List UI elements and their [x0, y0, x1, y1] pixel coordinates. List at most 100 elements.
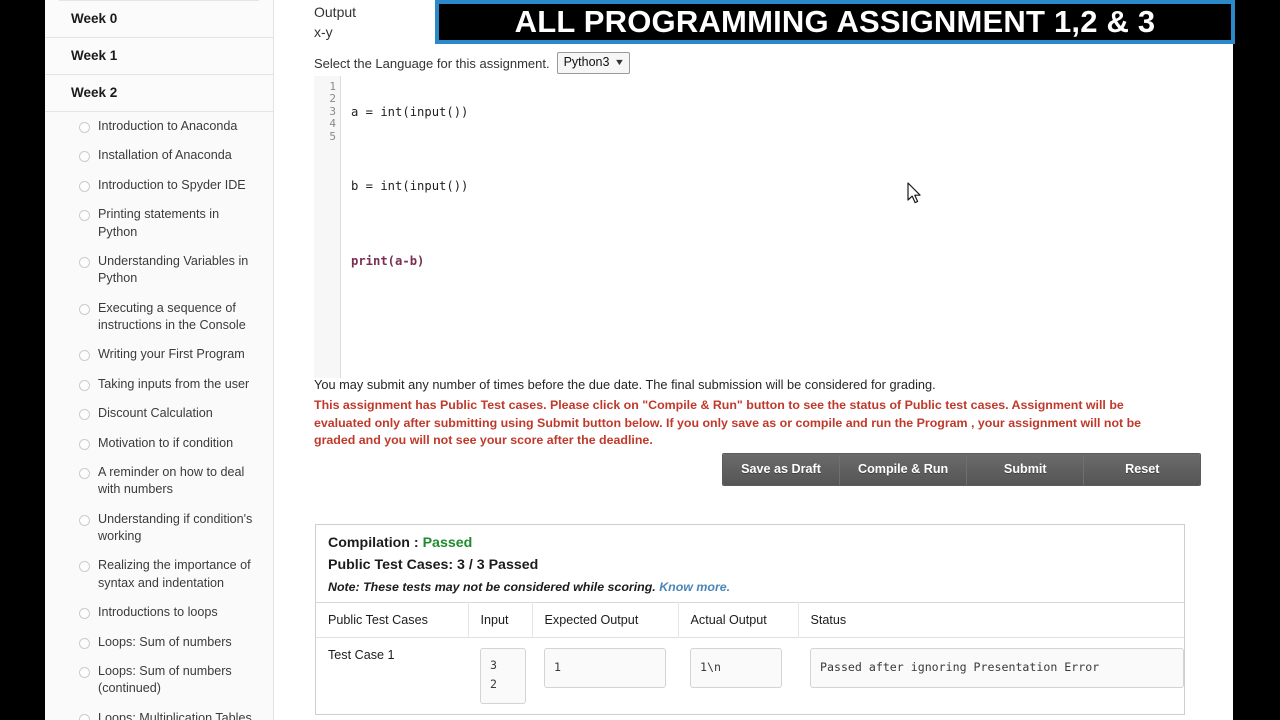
- sidebar-item-label: Understanding Variables in Python: [98, 253, 249, 286]
- radio-icon: [79, 467, 90, 479]
- sidebar-item-lesson[interactable]: Introductions to loops: [45, 598, 273, 627]
- reset-button[interactable]: Reset: [1084, 454, 1201, 485]
- sidebar-item-label: Executing a sequence of instructions in …: [98, 300, 246, 332]
- col-status: Status: [798, 602, 1184, 638]
- sidebar-item-lesson[interactable]: Motivation to if condition: [45, 429, 273, 458]
- sidebar-item-label: Loops: Multiplication Tables: [98, 710, 252, 720]
- editor-code-area[interactable]: a = int(input()) b = int(input()) print(…: [341, 76, 1194, 378]
- col-public-test-cases: Public Test Cases: [316, 602, 469, 638]
- code-line: b = int(input()): [351, 179, 469, 194]
- cell-input: 3 2: [468, 637, 532, 714]
- radio-icon: [79, 122, 90, 133]
- sidebar-item-label: Understanding if condition's working: [98, 511, 253, 543]
- radio-icon: [79, 379, 90, 391]
- radio-icon: [79, 713, 90, 720]
- radio-icon: [79, 210, 90, 222]
- sidebar-item-lesson[interactable]: Loops: Sum of numbers (continued): [45, 657, 273, 704]
- radio-icon: [79, 438, 90, 450]
- language-select-value: Python3: [563, 55, 610, 69]
- sidebar-week-0[interactable]: Week 0: [45, 1, 273, 38]
- compile-and-run-button[interactable]: Compile & Run: [840, 454, 968, 485]
- browser-page: Week 0 Week 1 Week 2 Introduction to Ana…: [45, 0, 1233, 720]
- sidebar-item-label: Introduction to Anaconda: [98, 119, 238, 133]
- cell-test-case-name: Test Case 1: [316, 637, 468, 714]
- radio-icon: [79, 514, 90, 526]
- letterbox-left: [0, 0, 45, 720]
- results-note-text: Note: These tests may not be considered …: [328, 580, 656, 594]
- results-header: Compilation : Passed Public Test Cases: …: [316, 525, 1184, 602]
- code-editor[interactable]: 1 2 3 4 5 a = int(input()) b = int(input…: [314, 76, 1194, 378]
- sidebar-item-label: Taking inputs from the user: [98, 376, 250, 391]
- sidebar-week-1[interactable]: Week 1: [45, 38, 273, 75]
- sidebar-item-label: Loops: Sum of numbers (continued): [98, 663, 232, 696]
- radio-icon: [79, 256, 90, 268]
- course-sidebar[interactable]: Week 0 Week 1 Week 2 Introduction to Ana…: [45, 0, 274, 720]
- sidebar-item-lesson[interactable]: Installation of Anaconda: [45, 141, 273, 170]
- sidebar-item-label: Realizing the importance of syntax and i…: [98, 558, 251, 590]
- submission-note: You may submit any number of times befor…: [314, 377, 936, 392]
- editor-line-numbers: 1 2 3 4 5: [314, 76, 341, 378]
- radio-icon: [79, 561, 90, 573]
- sidebar-item-lesson[interactable]: Realizing the importance of syntax and i…: [45, 551, 273, 598]
- results-note: Note: These tests may not be considered …: [328, 580, 1172, 594]
- sidebar-week-2[interactable]: Week 2: [45, 75, 273, 112]
- status-box: Passed after ignoring Presentation Error: [810, 648, 1184, 688]
- assignment-main: Output x-y Select the Language for this …: [274, 0, 1233, 720]
- language-row: Select the Language for this assignment.…: [314, 52, 631, 74]
- sidebar-item-lesson[interactable]: Loops: Multiplication Tables: [45, 704, 273, 720]
- save-as-draft-button[interactable]: Save as Draft: [723, 454, 840, 485]
- code-line: a = int(input()): [351, 104, 469, 119]
- radio-icon: [79, 151, 90, 163]
- submit-button[interactable]: Submit: [967, 454, 1085, 485]
- screen: Week 0 Week 1 Week 2 Introduction to Ana…: [0, 0, 1280, 720]
- sidebar-lesson-list: Introduction to Anaconda Installation of…: [45, 112, 273, 720]
- language-select[interactable]: Python3 ▼: [556, 52, 631, 74]
- table-row: Test Case 1 3 2 1 1\n Passed after ignor…: [316, 637, 1184, 714]
- cell-status: Passed after ignoring Presentation Error: [798, 637, 1184, 714]
- radio-icon: [79, 666, 90, 678]
- actual-output-box: 1\n: [690, 648, 782, 688]
- radio-icon: [79, 350, 90, 362]
- mouse-cursor-icon: [907, 182, 921, 204]
- input-value-box: 3 2: [480, 648, 526, 704]
- sidebar-item-lesson[interactable]: Executing a sequence of instructions in …: [45, 294, 273, 341]
- sidebar-item-label: Motivation to if condition: [98, 435, 234, 450]
- code-line: print(a-b): [351, 253, 425, 268]
- sidebar-item-label: Introduction to Spyder IDE: [98, 177, 246, 192]
- action-button-bar: Save as Draft Compile & Run Submit Reset: [722, 453, 1202, 486]
- line-number: 2: [329, 92, 336, 106]
- letterbox-right: [1233, 0, 1280, 720]
- sidebar-item-lesson[interactable]: Taking inputs from the user: [45, 370, 273, 399]
- sidebar-item-lesson[interactable]: Introduction to Spyder IDE: [45, 171, 273, 200]
- sidebar-item-lesson[interactable]: A reminder on how to deal with numbers: [45, 458, 273, 505]
- compilation-status-row: Compilation : Passed: [328, 535, 1172, 551]
- expected-output-box: 1: [544, 648, 666, 688]
- sidebar-item-label: Writing your First Program: [98, 347, 245, 362]
- radio-icon: [79, 608, 90, 620]
- sidebar-item-label: Installation of Anaconda: [98, 148, 232, 163]
- col-input: Input: [468, 602, 533, 638]
- status-badge: Passed: [422, 535, 473, 551]
- sidebar-item-label: Discount Calculation: [98, 406, 213, 421]
- col-actual-output: Actual Output: [678, 602, 799, 638]
- sidebar-item-lesson[interactable]: Loops: Sum of numbers: [45, 628, 273, 657]
- cell-actual-output: 1\n: [678, 637, 798, 714]
- sidebar-item-label: Introductions to loops: [98, 605, 218, 620]
- table-header-row: Public Test Cases Input Expected Output …: [316, 602, 1184, 638]
- know-more-link[interactable]: Know more.: [659, 580, 730, 594]
- line-number: 5: [329, 129, 336, 143]
- sidebar-item-lesson[interactable]: Understanding if condition's working: [45, 505, 273, 552]
- sidebar-item-lesson[interactable]: Discount Calculation: [45, 399, 273, 428]
- sidebar-item-lesson[interactable]: Introduction to Anaconda: [45, 112, 273, 141]
- sidebar-item-lesson[interactable]: Writing your First Program: [45, 340, 273, 369]
- radio-icon: [79, 180, 90, 192]
- results-panel: Compilation : Passed Public Test Cases: …: [315, 524, 1185, 715]
- sidebar-item-lesson[interactable]: Printing statements in Python: [45, 200, 273, 247]
- compilation-label: Compilation :: [328, 535, 419, 551]
- chevron-down-icon: ▼: [614, 57, 626, 67]
- sidebar-item-lesson[interactable]: Understanding Variables in Python: [45, 247, 273, 294]
- public-test-cases-summary: Public Test Cases: 3 / 3 Passed: [328, 557, 539, 573]
- assignment-warning: This assignment has Public Test cases. P…: [314, 398, 1142, 448]
